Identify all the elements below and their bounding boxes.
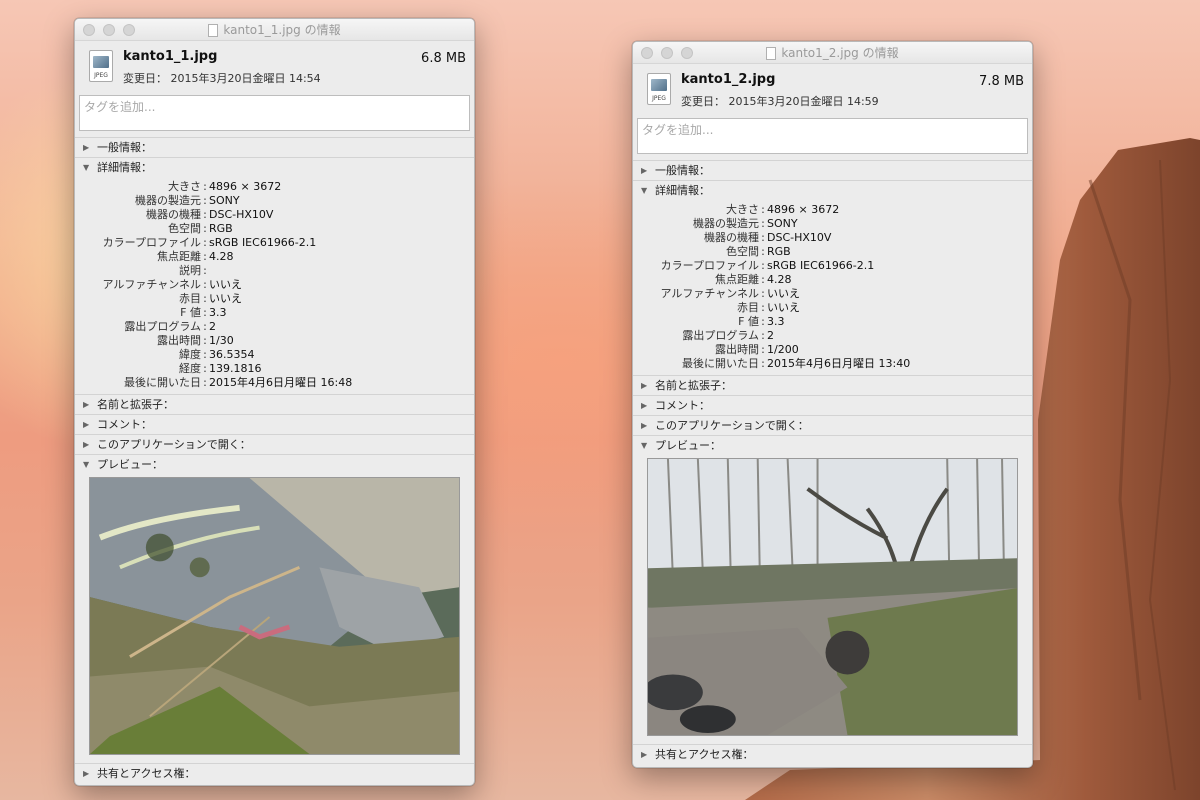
file-size: 7.8 MB: [979, 74, 1024, 89]
detail-row: 機器の製造元: SONY: [693, 217, 798, 230]
detail-row: 露出時間:1/200: [715, 343, 799, 356]
section-more-info[interactable]: ▼ 詳細情報：: [75, 157, 474, 177]
detail-row: カラープロファイル: sRGB IEC61966-2.1: [660, 259, 875, 272]
section-comments[interactable]: ▶ コメント：: [75, 414, 474, 434]
jpeg-file-icon: JPEG: [89, 50, 113, 82]
detail-row: 焦点距離:4.28: [715, 273, 792, 286]
window-title: kanto1_1.jpg の情報: [223, 23, 341, 37]
close-button[interactable]: [641, 47, 653, 59]
detail-row: 赤目: いいえ: [179, 292, 242, 305]
preview-image-rocks-grass: [89, 477, 460, 755]
disclosure-down-icon[interactable]: ▼: [83, 455, 91, 474]
disclosure-right-icon[interactable]: ▶: [83, 415, 91, 434]
disclosure-down-icon[interactable]: ▼: [641, 181, 649, 200]
detail-row: 露出プログラム:2: [682, 329, 774, 342]
detail-row: 最後に開いた日:2015年4月6日月曜日 13:40: [682, 357, 911, 370]
zoom-button[interactable]: [123, 24, 135, 36]
more-info-details: 大きさ:4896 × 3672 機器の製造元: SONY 機器の機種: DSC-HX…: [633, 200, 1032, 375]
disclosure-right-icon[interactable]: ▶: [83, 764, 91, 783]
section-open-with[interactable]: ▶ このアプリケーションで開く：: [633, 415, 1032, 435]
detail-row: 露出時間:1/30: [157, 334, 234, 347]
detail-row: 露出プログラム:2: [124, 320, 216, 333]
section-name-extension[interactable]: ▶ 名前と拡張子：: [75, 394, 474, 414]
detail-row: カラープロファイル: sRGB IEC61966-2.1: [102, 236, 317, 249]
file-size: 6.8 MB: [421, 51, 466, 66]
window-title: kanto1_2.jpg の情報: [781, 46, 899, 60]
section-comments[interactable]: ▶ コメント：: [633, 395, 1032, 415]
disclosure-down-icon[interactable]: ▼: [641, 436, 649, 455]
file-name: kanto1_2.jpg: [681, 72, 776, 87]
section-sharing-permissions[interactable]: ▶ 共有とアクセス権：: [75, 763, 474, 783]
detail-row: 緯度:36.5354: [179, 348, 255, 361]
document-icon: [208, 23, 219, 37]
disclosure-right-icon[interactable]: ▶: [641, 745, 649, 764]
section-preview[interactable]: ▼ プレビュー：: [633, 435, 1032, 455]
disclosure-right-icon[interactable]: ▶: [83, 395, 91, 414]
detail-row: 最後に開いた日:2015年4月6日月曜日 16:48: [124, 376, 353, 389]
minimize-button[interactable]: [103, 24, 115, 36]
modified-date: 変更日： 2015年3月20日金曜日 14:59: [681, 95, 879, 108]
disclosure-right-icon[interactable]: ▶: [641, 396, 649, 415]
close-button[interactable]: [83, 24, 95, 36]
minimize-button[interactable]: [661, 47, 673, 59]
detail-row: アルファチャンネル: いいえ: [660, 287, 800, 300]
disclosure-right-icon[interactable]: ▶: [83, 138, 91, 157]
disclosure-right-icon[interactable]: ▶: [641, 161, 649, 180]
detail-row: 機器の機種: DSC-HX10V: [146, 208, 274, 221]
window-titlebar[interactable]: kanto1_1.jpg の情報: [75, 19, 474, 41]
detail-row: 大きさ:4896 × 3672: [726, 203, 840, 216]
detail-row: 大きさ:4896 × 3672: [168, 180, 282, 193]
info-window-kanto1-2[interactable]: kanto1_2.jpg の情報 JPEG kanto1_2.jpg 7.8 M…: [632, 41, 1033, 768]
tags-input[interactable]: タグを追加...: [79, 95, 470, 131]
more-info-details: 大きさ:4896 × 3672 機器の製造元: SONY 機器の機種: DSC-HX…: [75, 177, 474, 394]
disclosure-right-icon[interactable]: ▶: [641, 376, 649, 395]
section-sharing-permissions[interactable]: ▶ 共有とアクセス権：: [633, 744, 1032, 764]
section-more-info[interactable]: ▼ 詳細情報：: [633, 180, 1032, 200]
window-titlebar[interactable]: kanto1_2.jpg の情報: [633, 42, 1032, 64]
tags-input[interactable]: タグを追加...: [637, 118, 1028, 154]
disclosure-right-icon[interactable]: ▶: [83, 435, 91, 454]
detail-row: F 値:3.3: [180, 306, 227, 319]
detail-row: 色空間: RGB: [726, 245, 791, 258]
detail-row: 機器の機種: DSC-HX10V: [704, 231, 832, 244]
detail-row: アルファチャンネル: いいえ: [102, 278, 242, 291]
document-icon: [766, 46, 777, 60]
disclosure-down-icon[interactable]: ▼: [83, 158, 91, 177]
disclosure-right-icon[interactable]: ▶: [641, 416, 649, 435]
detail-row: F 値:3.3: [738, 315, 785, 328]
info-window-kanto1-1[interactable]: kanto1_1.jpg の情報 JPEG kanto1_1.jpg 6.8 M…: [74, 18, 475, 786]
detail-row: 色空間: RGB: [168, 222, 233, 235]
detail-row: 焦点距離:4.28: [157, 250, 234, 263]
section-preview[interactable]: ▼ プレビュー：: [75, 454, 474, 474]
detail-row: 経度:139.1816: [179, 362, 262, 375]
jpeg-file-icon: JPEG: [647, 73, 671, 105]
modified-date: 変更日： 2015年3月20日金曜日 14:54: [123, 72, 321, 85]
detail-row: 機器の製造元: SONY: [135, 194, 240, 207]
section-general[interactable]: ▶ 一般情報：: [75, 137, 474, 157]
preview-image-forest-trail: [647, 458, 1018, 736]
section-name-extension[interactable]: ▶ 名前と拡張子：: [633, 375, 1032, 395]
zoom-button[interactable]: [681, 47, 693, 59]
section-open-with[interactable]: ▶ このアプリケーションで開く：: [75, 434, 474, 454]
section-general[interactable]: ▶ 一般情報：: [633, 160, 1032, 180]
file-name: kanto1_1.jpg: [123, 49, 218, 64]
detail-row: 赤目: いいえ: [737, 301, 800, 314]
detail-row: 説明:: [179, 264, 207, 277]
